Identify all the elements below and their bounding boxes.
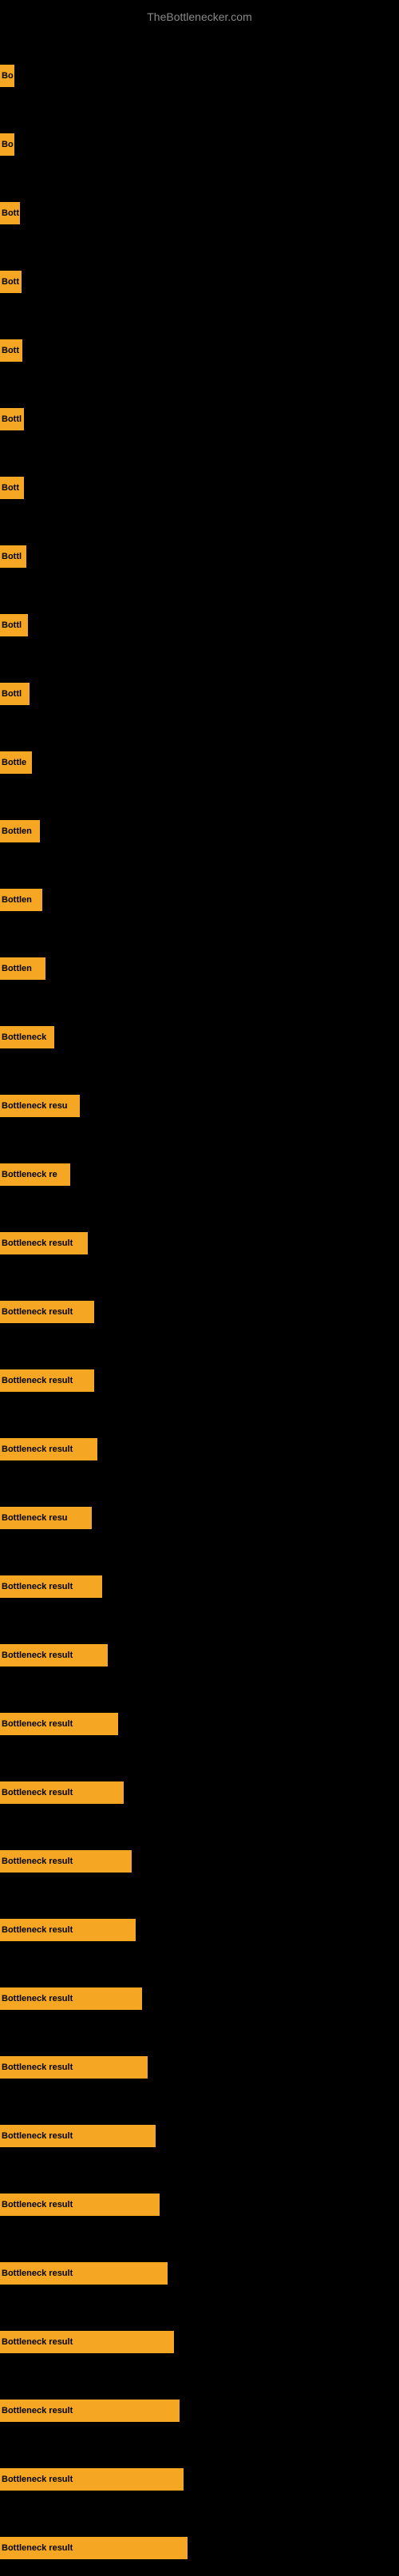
bar-label: Bottlen	[0, 957, 45, 980]
bar-label: Bottleneck result	[0, 2468, 184, 2491]
bar-label: Bottleneck result	[0, 1850, 132, 1873]
bar-label: Bottleneck result	[0, 1919, 136, 1941]
bar-label: Bottleneck result	[0, 2331, 174, 2353]
bar-row: Bo	[0, 48, 399, 104]
bar-row: Bottleneck result	[0, 2245, 399, 2301]
bar-label: Bottleneck result	[0, 2400, 180, 2422]
bar-row: Bottleneck result	[0, 2383, 399, 2439]
bar-label: Bott	[0, 271, 22, 293]
bar-row: Bottl	[0, 529, 399, 585]
bar-row: Bottleneck result	[0, 1421, 399, 1477]
bar-label: Bottleneck resu	[0, 1095, 80, 1117]
bar-label: Bottleneck result	[0, 1575, 102, 1598]
bar-label: Bottl	[0, 545, 26, 568]
bar-row: Bottleneck result	[0, 1353, 399, 1409]
bar-row: Bo	[0, 117, 399, 172]
bar-row: Bottleneck resu	[0, 1078, 399, 1134]
bar-row: Bottleneck result	[0, 1971, 399, 2027]
bar-label: Bottleneck result	[0, 2194, 160, 2216]
bar-label: Bottlen	[0, 820, 40, 842]
bar-row: Bottl	[0, 391, 399, 447]
bar-row: Bottleneck result	[0, 2108, 399, 2164]
bar-row: Bottlen	[0, 941, 399, 997]
bar-row: Bottleneck result	[0, 2451, 399, 2507]
bar-row: Bottleneck result	[0, 1559, 399, 1615]
bar-row: Bottleneck result	[0, 2520, 399, 2576]
bar-row: Bottleneck result	[0, 1765, 399, 1821]
bar-label: Bott	[0, 339, 22, 362]
bar-label: Bottleneck result	[0, 1232, 88, 1254]
bar-label: Bottleneck result	[0, 2262, 168, 2285]
bar-label: Bottl	[0, 614, 28, 636]
bar-label: Bottleneck result	[0, 1987, 142, 2010]
bar-row: Bott	[0, 185, 399, 241]
bar-row: Bott	[0, 323, 399, 378]
bar-label: Bottleneck resu	[0, 1507, 92, 1529]
bar-label: Bottle	[0, 751, 32, 774]
bar-row: Bottleneck result	[0, 1696, 399, 1752]
bar-row: Bottl	[0, 666, 399, 722]
bar-label: Bottleneck result	[0, 2537, 188, 2559]
bar-row: Bottlen	[0, 872, 399, 928]
bar-label: Bottleneck result	[0, 1781, 124, 1804]
bar-row: Bott	[0, 254, 399, 310]
bar-label: Bottl	[0, 683, 30, 705]
bar-row: Bottleneck result	[0, 2314, 399, 2370]
bar-row: Bottleneck result	[0, 1902, 399, 1958]
bar-label: Bottleneck	[0, 1026, 54, 1048]
bar-label: Bottleneck result	[0, 1644, 108, 1666]
bar-label: Bott	[0, 477, 24, 499]
bar-label: Bo	[0, 133, 14, 156]
bar-row: Bottleneck result	[0, 2177, 399, 2233]
bar-label: Bottleneck re	[0, 1163, 70, 1186]
bar-row: Bottleneck resu	[0, 1490, 399, 1546]
bar-row: Bottleneck result	[0, 1215, 399, 1271]
bar-label: Bottlen	[0, 889, 42, 911]
bar-row: Bottleneck result	[0, 1627, 399, 1683]
bar-row: Bottleneck result	[0, 2039, 399, 2095]
bar-label: Bottleneck result	[0, 1438, 97, 1460]
bar-label: Bottleneck result	[0, 1713, 118, 1735]
bar-label: Bottleneck result	[0, 1301, 94, 1323]
bar-label: Bottl	[0, 408, 24, 430]
bar-label: Bottleneck result	[0, 1369, 94, 1392]
bar-row: Bottleneck result	[0, 1833, 399, 1889]
bar-row: Bottlen	[0, 803, 399, 859]
bar-row: Bottleneck re	[0, 1147, 399, 1203]
bar-row: Bottleneck	[0, 1009, 399, 1065]
bar-row: Bott	[0, 460, 399, 516]
bar-label: Bo	[0, 65, 14, 87]
bar-label: Bott	[0, 202, 20, 224]
bar-label: Bottleneck result	[0, 2125, 156, 2147]
bar-row: Bottleneck result	[0, 1284, 399, 1340]
bar-row: Bottle	[0, 735, 399, 791]
bar-label: Bottleneck result	[0, 2056, 148, 2079]
site-title: TheBottlenecker.com	[0, 4, 399, 30]
bar-row: Bottl	[0, 597, 399, 653]
